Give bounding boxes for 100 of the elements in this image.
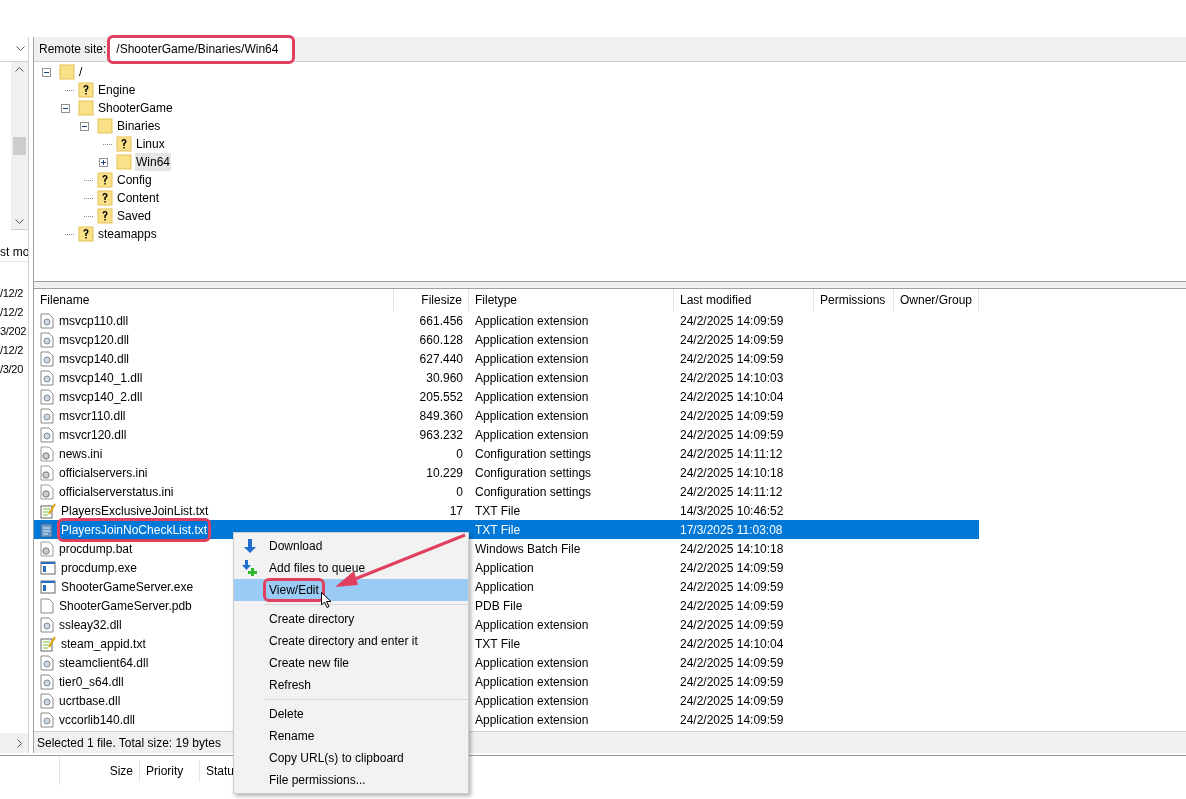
file-name[interactable]: msvcp140_2.dll	[58, 387, 144, 406]
dropdown-caret-icon[interactable]	[16, 46, 25, 52]
tree-item[interactable]: steamapps	[97, 225, 158, 243]
file-name[interactable]: ucrtbase.dll	[58, 691, 122, 710]
menu-item[interactable]: Refresh	[234, 674, 468, 696]
column-header[interactable]: Size	[60, 759, 140, 782]
menu-item-label: Delete	[268, 706, 305, 723]
file-name[interactable]: msvcr120.dll	[58, 425, 128, 444]
file-name[interactable]: ssleay32.dll	[58, 615, 123, 634]
scrollbar[interactable]	[11, 62, 28, 230]
file-name[interactable]: tier0_s64.dll	[58, 672, 125, 691]
last-modified: 24/2/2025 14:11:12	[680, 484, 783, 499]
column-header[interactable]: Permissions	[814, 289, 894, 311]
scrollbar-thumb[interactable]	[13, 136, 26, 155]
column-header[interactable]: Filesize	[394, 289, 469, 311]
menu-item-label: Download	[268, 538, 324, 555]
file-type: Application extension	[475, 674, 589, 689]
gear-file-icon	[40, 350, 54, 367]
file-type: Application extension	[475, 693, 589, 708]
menu-item[interactable]: Delete	[234, 703, 468, 725]
settings-file-icon	[40, 464, 54, 481]
gear-file-icon	[40, 331, 54, 348]
file-name[interactable]: msvcp120.dll	[58, 330, 131, 349]
file-name[interactable]: procdump.bat	[58, 539, 134, 558]
tree-item[interactable]: Saved	[116, 207, 153, 225]
unknown-folder-icon	[78, 226, 94, 242]
file-name[interactable]: ShooterGameServer.exe	[60, 577, 195, 596]
file-type: TXT File	[475, 522, 521, 537]
tree-item[interactable]: /	[78, 63, 84, 81]
last-modified: 17/3/2025 11:03:08	[680, 522, 783, 537]
file-type: Application extension	[475, 351, 589, 366]
column-header[interactable]: Filename	[34, 289, 394, 311]
file-type: Application extension	[475, 617, 589, 632]
menu-item-label: File permissions...	[268, 772, 367, 789]
gear-file-icon	[40, 616, 54, 633]
file-name[interactable]: PlayersExclusiveJoinList.txt	[60, 501, 210, 520]
column-header[interactable]: Owner/Group	[894, 289, 979, 311]
last-modified: 24/2/2025 14:10:04	[680, 389, 784, 404]
path-field[interactable]: /ShooterGame/Binaries/Win64	[110, 37, 293, 61]
file-name[interactable]: steamclient64.dll	[58, 653, 150, 672]
last-modified: 24/2/2025 14:09:59	[680, 332, 784, 347]
table-cell-text: /3/20	[0, 362, 24, 377]
menu-item[interactable]: Add files to queue	[234, 557, 468, 579]
unknown-folder-icon	[97, 208, 113, 224]
tree-item[interactable]: Linux	[135, 135, 166, 153]
expand-toggle[interactable]	[99, 157, 108, 167]
scroll-down-icon[interactable]	[15, 219, 24, 225]
blank-file-icon	[40, 597, 54, 614]
file-name[interactable]: PlayersJoinNoCheckList.txt	[60, 520, 209, 539]
unknown-folder-icon	[116, 136, 132, 152]
file-size: 849.360	[419, 408, 463, 423]
menu-item[interactable]: View/Edit	[234, 579, 468, 601]
file-size: 661.456	[419, 313, 463, 328]
file-name[interactable]: steam_appid.txt	[60, 634, 147, 653]
window-file-icon	[40, 578, 56, 595]
settings-file-icon	[40, 483, 54, 500]
menu-item-label: Create directory	[268, 611, 356, 628]
menu-item[interactable]: Create directory	[234, 608, 468, 630]
menu-item[interactable]: Create directory and enter it	[234, 630, 468, 652]
tree-item[interactable]: Engine	[97, 81, 137, 99]
file-name[interactable]: ShooterGameServer.pdb	[58, 596, 193, 615]
settings-file-icon	[40, 445, 54, 462]
tree-item[interactable]: Binaries	[116, 117, 162, 135]
file-name[interactable]: msvcr110.dll	[58, 406, 127, 425]
column-header[interactable]: Last modified	[674, 289, 814, 311]
file-name[interactable]: officialservers.ini	[58, 463, 149, 482]
collapse-toggle[interactable]	[61, 103, 70, 113]
tree-item[interactable]: Win64	[135, 153, 171, 171]
column-header[interactable]: st mo	[0, 242, 28, 262]
collapse-toggle[interactable]	[80, 121, 89, 131]
file-name[interactable]: msvcp110.dll	[58, 311, 130, 330]
gear-file-icon	[40, 312, 54, 329]
column-header[interactable]: Filetype	[469, 289, 674, 311]
file-size: 0	[456, 446, 463, 461]
menu-item[interactable]: Create new file	[234, 652, 468, 674]
menu-item[interactable]: Rename	[234, 725, 468, 747]
settings-file-icon	[40, 540, 54, 557]
file-type: Configuration settings	[475, 465, 592, 480]
last-modified: 24/2/2025 14:10:04	[680, 636, 784, 651]
file-name[interactable]: msvcp140_1.dll	[58, 368, 144, 387]
last-modified: 14/3/2025 10:46:52	[680, 503, 784, 518]
file-size: 30.960	[426, 370, 463, 385]
collapse-toggle[interactable]	[42, 67, 51, 77]
scroll-right-icon[interactable]	[17, 738, 23, 748]
file-name[interactable]: officialserverstatus.ini	[58, 482, 175, 501]
file-type: Application extension	[475, 712, 589, 727]
tree-item[interactable]: Config	[116, 171, 153, 189]
file-name[interactable]: news.ini	[58, 444, 104, 463]
file-type: Configuration settings	[475, 484, 592, 499]
file-name[interactable]: vccorlib140.dll	[58, 710, 137, 729]
unknown-folder-icon	[97, 190, 113, 206]
scroll-up-icon[interactable]	[15, 66, 24, 72]
file-name[interactable]: msvcp140.dll	[58, 349, 131, 368]
tree-item[interactable]: Content	[116, 189, 161, 207]
file-name[interactable]: procdump.exe	[60, 558, 139, 577]
menu-item-label: Refresh	[268, 677, 313, 694]
file-size: 627.440	[419, 351, 463, 366]
tree-item[interactable]: ShooterGame	[97, 99, 174, 117]
column-header[interactable]: Priority	[140, 759, 200, 782]
notepad-icon	[40, 521, 56, 538]
